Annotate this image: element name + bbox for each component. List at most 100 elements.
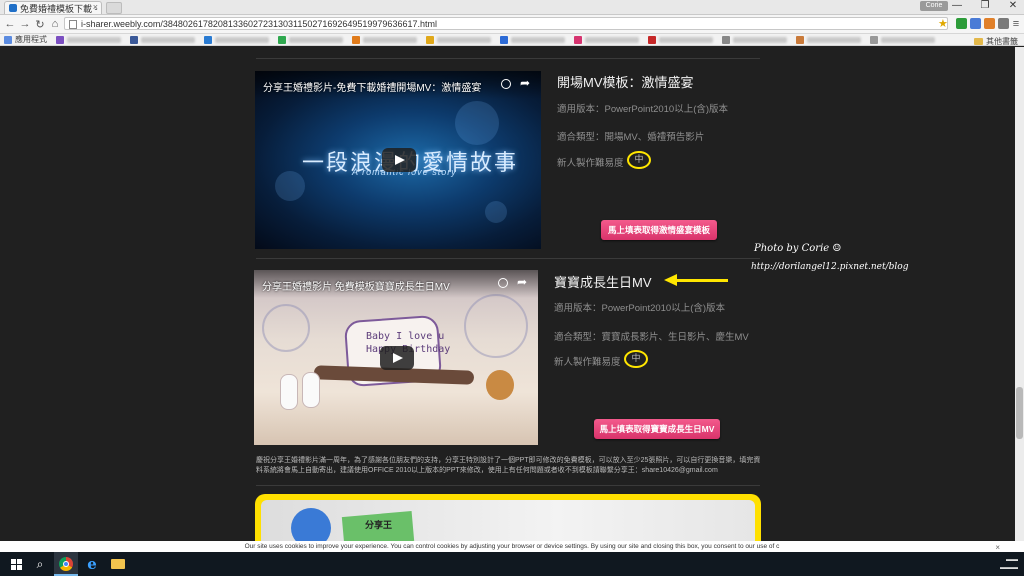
bookmark-label-blurred bbox=[511, 36, 565, 43]
video-player-2[interactable]: Baby I love uHappy Birthday 分享王婚禮影片 免費模板… bbox=[254, 270, 538, 445]
chrome-icon bbox=[59, 557, 73, 571]
minimize-icon[interactable]: — bbox=[950, 0, 964, 11]
bokeh-decoration bbox=[455, 101, 499, 145]
promo-brand-text: 分享王 bbox=[365, 520, 393, 530]
extension-icon[interactable] bbox=[984, 18, 995, 29]
bookmark-other[interactable]: 其他書籤 bbox=[974, 36, 1018, 45]
start-button[interactable] bbox=[8, 556, 24, 572]
clock-blurred-date: ▬▬▬ bbox=[1000, 565, 1018, 571]
play-button-icon[interactable] bbox=[380, 346, 414, 370]
internet-explorer-icon: e bbox=[87, 555, 97, 573]
profile-button[interactable]: Corie bbox=[920, 1, 948, 11]
difficulty-highlight-circle: 中 bbox=[624, 350, 648, 368]
home-icon[interactable]: ⌂ bbox=[49, 18, 61, 30]
get-template-button-2[interactable]: 馬上填表取得寶寶成長生日MV bbox=[594, 419, 720, 439]
bunny-decoration bbox=[302, 372, 320, 408]
browser-toolbar: ← → ↻ ⌂ i-sharer.weebly.com/384802617820… bbox=[0, 15, 1024, 34]
windows-taskbar: ⌕ e ▬▬ ▬▬▬ bbox=[0, 552, 1024, 576]
watch-later-icon[interactable] bbox=[501, 79, 511, 89]
get-template-button-1[interactable]: 馬上填表取得激情盛宴模板 bbox=[601, 220, 717, 240]
bookmark-favicon-icon bbox=[352, 35, 360, 44]
bookmark-label-blurred bbox=[659, 36, 713, 43]
bookmark-item[interactable] bbox=[796, 35, 861, 44]
item-version-2: 適用版本：PowerPoint2010以上(含)版本 bbox=[554, 303, 726, 314]
bookmark-favicon-icon bbox=[870, 35, 878, 44]
bookmarks-bar: 應用程式 其他書籤 bbox=[0, 34, 1024, 46]
browser-tab-strip: 免費婚禮模板下載 - × Corie — ❐ ✕ bbox=[0, 0, 1024, 15]
bookmark-favicon-icon bbox=[648, 35, 656, 44]
ie-taskbar-button[interactable]: e bbox=[84, 555, 100, 573]
system-clock[interactable]: ▬▬ ▬▬▬ bbox=[1000, 556, 1018, 572]
bookmark-item[interactable] bbox=[574, 35, 639, 44]
bookmark-item[interactable] bbox=[722, 35, 787, 44]
promo-banner[interactable]: 分享王 bbox=[255, 494, 761, 541]
share-icon[interactable]: ➦ bbox=[520, 76, 530, 90]
search-icon[interactable]: ⌕ bbox=[32, 556, 48, 572]
extension-icon[interactable] bbox=[998, 18, 1009, 29]
bookmark-apps-label: 應用程式 bbox=[15, 35, 47, 44]
bokeh-decoration bbox=[275, 171, 305, 201]
video-player-1[interactable]: 分享王婚禮影片-免費下載婚禮開場MV：激情盛宴 ➦ 一段浪漫的愛情故事 A ro… bbox=[255, 71, 541, 249]
maximize-icon[interactable]: ❐ bbox=[978, 0, 992, 11]
section-divider bbox=[256, 58, 760, 59]
cookie-close-icon[interactable]: × bbox=[995, 543, 1000, 552]
event-description: 慶祝分享王婚禮影片滿一周年，為了感謝各位朋友們的支持，分享王特別設計了一個PPT… bbox=[256, 457, 761, 474]
bookmark-item[interactable] bbox=[352, 35, 417, 44]
extension-icon[interactable] bbox=[956, 18, 967, 29]
bokeh-decoration bbox=[485, 201, 507, 223]
menu-icon[interactable]: ≡ bbox=[1010, 18, 1022, 30]
bunny-decoration bbox=[280, 374, 298, 410]
bookmark-item[interactable] bbox=[500, 35, 565, 44]
video-title[interactable]: 分享王婚禮影片-免費下載婚禮開場MV：激情盛宴 bbox=[263, 79, 481, 94]
promo-image bbox=[261, 500, 755, 541]
apps-icon bbox=[4, 35, 12, 44]
browser-tab[interactable]: 免費婚禮模板下載 - × bbox=[4, 1, 102, 14]
item-title-2: 寶寶成長生日MV bbox=[554, 275, 652, 290]
tab-title: 免費婚禮模板下載 - bbox=[20, 3, 98, 14]
page-scrollbar[interactable] bbox=[1015, 47, 1024, 541]
share-icon[interactable]: ➦ bbox=[517, 275, 527, 289]
extension-icon[interactable] bbox=[970, 18, 981, 29]
file-explorer-taskbar-button[interactable] bbox=[110, 556, 126, 572]
bookmark-label-blurred bbox=[215, 36, 269, 43]
bookmark-item[interactable] bbox=[426, 35, 491, 44]
forward-icon[interactable]: → bbox=[19, 18, 31, 30]
bookmark-item[interactable] bbox=[648, 35, 713, 44]
bookmark-item[interactable] bbox=[56, 35, 121, 44]
bookmark-label-blurred bbox=[807, 36, 861, 43]
bookmark-item[interactable] bbox=[204, 35, 269, 44]
bookmark-favicon-icon bbox=[722, 35, 730, 44]
new-tab-button[interactable] bbox=[106, 2, 122, 14]
bookmark-star-icon[interactable]: ★ bbox=[938, 17, 948, 30]
bookmark-favicon-icon bbox=[56, 35, 64, 44]
item-difficulty-label-1: 新人製作難易度 bbox=[557, 158, 624, 169]
bookmark-apps[interactable]: 應用程式 bbox=[4, 34, 47, 45]
video-title[interactable]: 分享王婚禮影片 免費模板寶寶成長生日MV bbox=[262, 278, 450, 293]
address-url: i-sharer.weebly.com/38480261782081336027… bbox=[81, 19, 437, 29]
photo-credit: Photo by Corie ☺ bbox=[754, 243, 842, 254]
bookmark-item[interactable] bbox=[278, 35, 343, 44]
bookmark-item[interactable] bbox=[870, 35, 935, 44]
chrome-taskbar-button[interactable] bbox=[58, 556, 74, 572]
bookmark-label-blurred bbox=[881, 36, 935, 43]
close-window-icon[interactable]: ✕ bbox=[1006, 0, 1020, 11]
scroll-thumb[interactable] bbox=[1016, 387, 1023, 439]
decor-circle bbox=[262, 304, 310, 352]
difficulty-highlight-circle: 中 bbox=[627, 151, 651, 169]
bookmark-label-blurred bbox=[141, 36, 195, 43]
folder-icon bbox=[111, 559, 125, 569]
bookmark-favicon-icon bbox=[130, 35, 138, 44]
play-button-icon[interactable] bbox=[382, 148, 416, 172]
bookmark-favicon-icon bbox=[796, 35, 804, 44]
back-icon[interactable]: ← bbox=[4, 18, 16, 30]
bookmark-favicon-icon bbox=[426, 35, 434, 44]
reload-icon[interactable]: ↻ bbox=[34, 18, 46, 31]
watch-later-icon[interactable] bbox=[498, 278, 508, 288]
section-divider bbox=[256, 485, 760, 486]
bookmark-item[interactable] bbox=[130, 35, 195, 44]
bookmark-label-blurred bbox=[437, 36, 491, 43]
page-icon bbox=[69, 20, 77, 29]
item-version-1: 適用版本：PowerPoint2010以上(含)版本 bbox=[557, 104, 729, 115]
tab-close-icon[interactable]: × bbox=[93, 2, 98, 12]
address-bar[interactable]: i-sharer.weebly.com/38480261782081336027… bbox=[64, 17, 948, 30]
